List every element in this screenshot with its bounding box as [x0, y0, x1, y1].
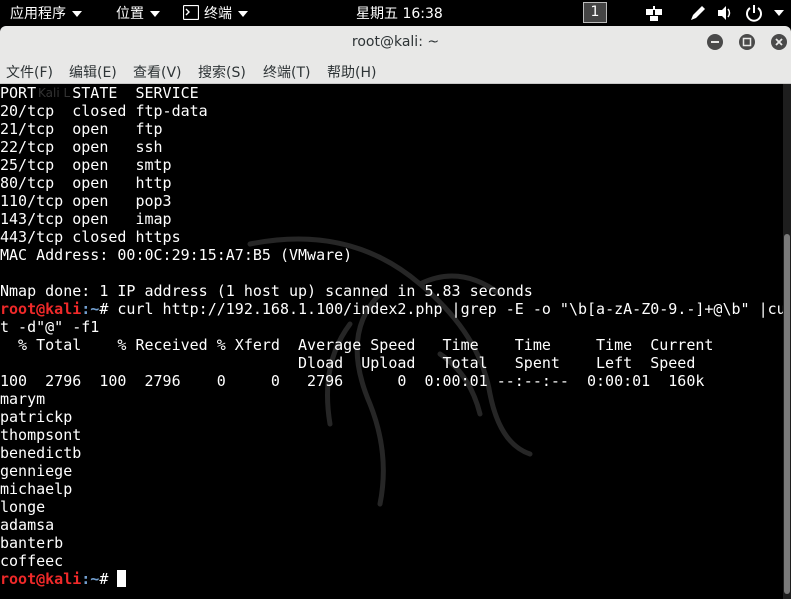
terminal-icon — [182, 4, 200, 21]
menu-terminal[interactable]: 终端(T) — [263, 62, 310, 82]
output-line: 100 2796 100 2796 0 0 2796 0 0:00:01 --:… — [0, 372, 705, 390]
prompt-user: root@kali — [0, 570, 82, 588]
applications-label: 应用程序 — [10, 6, 66, 22]
chevron-down-icon — [238, 11, 248, 17]
chevron-down-icon — [72, 11, 82, 17]
close-button[interactable] — [771, 34, 787, 50]
output-line: benedictb — [0, 444, 82, 462]
output-line: patrickp — [0, 408, 73, 426]
output-line: banterb — [0, 534, 64, 552]
output-line: 80/tcp open http — [0, 174, 172, 192]
output-line: Dload Upload Total Spent Left Speed — [0, 354, 696, 372]
minimize-icon — [711, 41, 719, 43]
prompt-line: root@kali:~# — [0, 570, 783, 588]
output-line: 443/tcp closed https — [0, 228, 181, 246]
output-line: MAC Address: 00:0C:29:15:A7:B5 (VMware) — [0, 246, 353, 264]
prompt-path: :~ — [81, 300, 100, 318]
minimize-button[interactable] — [707, 34, 723, 50]
prompt-user: root@kali — [0, 300, 82, 318]
output-line: % Total % Received % Xferd Average Speed… — [0, 336, 714, 354]
menu-help[interactable]: 帮助(H) — [327, 62, 376, 82]
terminal-scrollbar[interactable] — [783, 84, 791, 599]
terminal-output[interactable]: Kali L PORT STATE SERVICE 20/tcp closed f… — [0, 84, 783, 599]
output-line: Nmap done: 1 IP address (1 host up) scan… — [0, 282, 533, 300]
chevron-down-icon[interactable] — [774, 10, 784, 16]
menu-search[interactable]: 搜索(S) — [198, 62, 246, 82]
places-label: 位置 — [116, 6, 144, 22]
applications-menu[interactable]: 应用程序 — [10, 3, 82, 23]
command-text: # — [99, 570, 118, 588]
output-line: 143/tcp open imap — [0, 210, 172, 228]
output-line: 25/tcp open smtp — [0, 156, 172, 174]
command-text: # curl http://192.168.1.100/index2.php |… — [99, 300, 783, 318]
menu-bar: 文件(F) 编辑(E) 查看(V) 搜索(S) 终端(T) 帮助(H) — [0, 58, 791, 84]
output-line: adamsa — [0, 516, 55, 534]
output-line: coffeec — [0, 552, 64, 570]
places-menu[interactable]: 位置 — [116, 3, 160, 23]
window-titlebar[interactable]: root@kali: ~ — [0, 26, 791, 58]
window-title: root@kali: ~ — [351, 34, 440, 50]
terminal-app-label: 终端 — [204, 6, 232, 22]
network-icon[interactable] — [645, 4, 663, 22]
clock[interactable]: 星期五 16:38 — [356, 3, 443, 23]
output-line: marym — [0, 390, 46, 408]
volume-icon[interactable] — [716, 4, 734, 22]
menu-file[interactable]: 文件(F) — [6, 62, 53, 82]
power-icon[interactable] — [745, 4, 763, 22]
close-icon — [775, 38, 783, 46]
output-line: longe — [0, 498, 46, 516]
output-line: 21/tcp open ftp — [0, 120, 163, 138]
chevron-down-icon — [150, 11, 160, 17]
maximize-button[interactable] — [739, 34, 755, 50]
top-bar: 应用程序 位置 终端 星期五 16:38 1 — [0, 0, 791, 26]
output-line: michaelp — [0, 480, 73, 498]
output-line: thompsont — [0, 426, 82, 444]
menu-edit[interactable]: 编辑(E) — [69, 62, 117, 82]
scrollbar-thumb[interactable] — [784, 234, 790, 594]
output-line: 110/tcp open pop3 — [0, 192, 172, 210]
menu-view[interactable]: 查看(V) — [133, 62, 182, 82]
terminal-app-menu[interactable]: 终端 — [182, 3, 248, 23]
maximize-icon — [742, 37, 752, 47]
output-line: 20/tcp closed ftp-data — [0, 102, 208, 120]
text-cursor — [117, 570, 127, 587]
prompt-line: root@kali:~# curl http://192.168.1.100/i… — [0, 300, 783, 318]
output-line: genniege — [0, 462, 73, 480]
output-line: 22/tcp open ssh — [0, 138, 163, 156]
output-line: t -d"@" -f1 — [0, 318, 100, 336]
pen-icon[interactable] — [689, 4, 707, 22]
workspace-indicator[interactable]: 1 — [583, 2, 607, 23]
terminal-lines: PORT STATE SERVICE 20/tcp closed ftp-data… — [0, 84, 783, 588]
output-line: PORT STATE SERVICE — [0, 84, 199, 102]
prompt-path: :~ — [81, 570, 100, 588]
